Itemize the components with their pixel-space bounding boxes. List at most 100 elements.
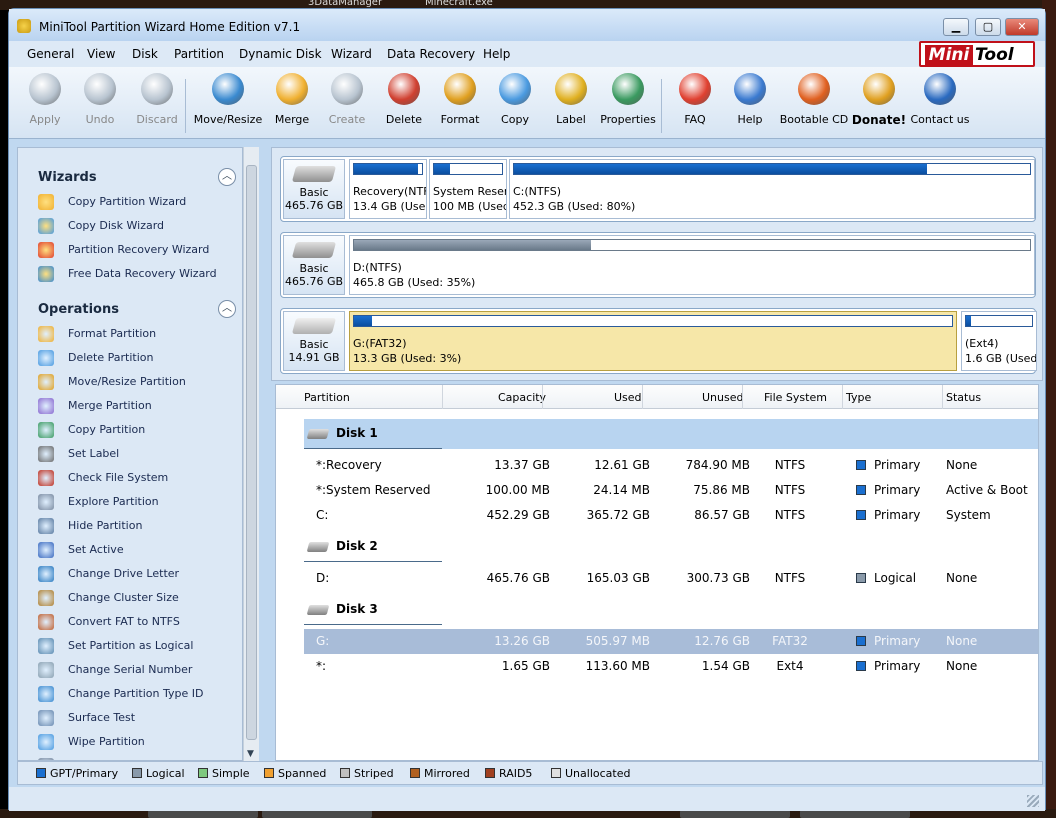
logo-tool: Tool: [975, 45, 1014, 65]
desktop-item[interactable]: Minecraft.exe: [425, 0, 493, 8]
menu-partition[interactable]: Partition: [174, 47, 224, 61]
operation-icon: [38, 542, 54, 558]
desktop-item[interactable]: 3DataManager: [308, 0, 382, 8]
col-status[interactable]: Status: [946, 391, 981, 404]
partition-type-swatch: [856, 661, 866, 671]
taskbar-item[interactable]: [680, 810, 790, 818]
col-capacity[interactable]: Capacity: [498, 391, 546, 404]
operation-icon: [38, 350, 54, 366]
toolbar-copybutton[interactable]: Copy: [485, 73, 545, 137]
cell-file-system: Ext4: [776, 659, 804, 673]
toolbar-deletebutton[interactable]: Delete: [374, 73, 434, 137]
toolbar-discardbutton[interactable]: Discard: [127, 73, 187, 137]
disk-map-row-2[interactable]: Basic 465.76 GB D:(NTFS) 465.8 GB (Used: 35…: [280, 232, 1036, 298]
col-used[interactable]: Used: [614, 391, 642, 404]
minitool-logo: Mini Tool: [919, 41, 1035, 67]
disk-map-partition[interactable]: D:(NTFS) 465.8 GB (Used: 35%): [349, 235, 1035, 295]
taskbar-item[interactable]: [800, 810, 910, 818]
menu-view[interactable]: View: [87, 47, 115, 61]
menu-data-recovery[interactable]: Data Recovery: [387, 47, 475, 61]
menu-disk[interactable]: Disk: [132, 47, 158, 61]
wizards-collapse-button[interactable]: ︿: [218, 168, 236, 186]
operation-label: Copy Partition: [68, 423, 146, 436]
menu-help[interactable]: Help: [483, 47, 510, 61]
legend-mirrored: Mirrored: [410, 767, 470, 780]
cell-file-system: NTFS: [774, 571, 806, 585]
toolbar: Apply Undo Discard Move/Resize Merge Create De…: [9, 67, 1045, 139]
toolbar-faqbutton[interactable]: FAQ: [665, 73, 725, 137]
operation-label: Hide Partition: [68, 519, 143, 532]
cell-partition: G:: [316, 634, 330, 648]
toolbar-label: Delete: [385, 113, 423, 126]
disk-map-partition[interactable]: C:(NTFS) 452.3 GB (Used: 80%): [509, 159, 1035, 219]
toolbar-mergebutton[interactable]: Merge: [262, 73, 322, 137]
dollar-icon: [863, 73, 895, 105]
col-partition[interactable]: Partition: [304, 391, 350, 404]
table-row[interactable]: D: 465.76 GB 165.03 GB 300.73 GB NTFS Logical…: [304, 566, 1038, 591]
col-file-system[interactable]: File System: [764, 391, 827, 404]
table-row[interactable]: *:System Reserved 100.00 MB 24.14 MB 75.86 …: [304, 478, 1038, 503]
disk-map-partition[interactable]: G:(FAT32) 13.3 GB (Used: 3%): [349, 311, 957, 371]
legend-swatch: [485, 768, 495, 778]
taskbar-item[interactable]: [262, 810, 372, 818]
wizard-icon: [38, 218, 54, 234]
menu-dynamic-disk[interactable]: Dynamic Disk: [239, 47, 322, 61]
toolbar-move-resizebutton[interactable]: Move/Resize: [194, 73, 262, 137]
operation-label: Set Label: [68, 447, 120, 460]
partition-type-swatch: [856, 636, 866, 646]
toolbar-contact-usbutton[interactable]: Contact us: [910, 73, 970, 137]
disk-map-partition[interactable]: System Reserv 100 MB (Used:: [429, 159, 507, 219]
resize-grip-icon[interactable]: [1027, 795, 1039, 807]
disk-map-row-1[interactable]: Basic 465.76 GB Recovery(NTF 13.4 GB (Used S…: [280, 156, 1036, 222]
disk-type: Basic: [299, 338, 329, 351]
disk-map-partition[interactable]: (Ext4) 1.6 GB (Used:: [961, 311, 1037, 371]
table-row[interactable]: G: 13.26 GB 505.97 MB 12.76 GB FAT32 Primary N…: [304, 629, 1038, 654]
operations-heading: Operations: [38, 302, 119, 317]
disk-header-row[interactable]: Disk 3: [304, 595, 1038, 625]
table-row[interactable]: *: 1.65 GB 113.60 MB 1.54 GB Ext4 Primary None: [304, 654, 1038, 679]
disk-map-partition[interactable]: Recovery(NTF 13.4 GB (Used: [349, 159, 427, 219]
check-icon: [29, 73, 61, 105]
title-bar[interactable]: MiniTool Partition Wizard Home Edition v…: [9, 9, 1045, 41]
scroll-down-icon[interactable]: ▼: [247, 749, 254, 759]
taskbar-item[interactable]: [148, 810, 258, 818]
col-type[interactable]: Type: [846, 391, 871, 404]
toolbar-bootable-cdbutton[interactable]: Bootable CD: [780, 73, 848, 137]
menu-general[interactable]: General: [27, 47, 74, 61]
cell-unused: 86.57 GB: [694, 508, 750, 522]
toolbar-applybutton[interactable]: Apply: [15, 73, 75, 137]
col-unused[interactable]: Unused: [702, 391, 743, 404]
main-window: MiniTool Partition Wizard Home Edition v…: [8, 8, 1046, 811]
scrollbar-thumb[interactable]: [246, 165, 257, 740]
table-row[interactable]: C: 452.29 GB 365.72 GB 86.57 GB NTFS Primary S…: [304, 503, 1038, 528]
toolbar-labelbutton[interactable]: Label: [541, 73, 601, 137]
operations-collapse-button[interactable]: ︿: [218, 300, 236, 318]
toolbar-propertiesbutton[interactable]: Properties: [598, 73, 658, 137]
create-icon: [331, 73, 363, 105]
partition-type-swatch: [856, 485, 866, 495]
minimize-button[interactable]: ▁: [943, 18, 969, 36]
action-pane-scrollbar[interactable]: ▼: [243, 147, 259, 761]
menu-wizard[interactable]: Wizard: [331, 47, 372, 61]
close-button[interactable]: ✕: [1005, 18, 1039, 36]
wizards-heading: Wizards: [38, 170, 97, 185]
toolbar-createbutton[interactable]: Create: [317, 73, 377, 137]
toolbar-formatbutton[interactable]: Format: [430, 73, 490, 137]
maximize-button[interactable]: ▢: [975, 18, 1001, 36]
usage-bar: [353, 239, 1031, 251]
legend-striped: Striped: [340, 767, 394, 780]
disk-header-row[interactable]: Disk 1: [304, 419, 1038, 449]
toolbar-helpbutton[interactable]: Help: [720, 73, 780, 137]
operation-label: Convert FAT to NTFS: [68, 615, 180, 628]
partition-usage: 465.8 GB (Used: 35%): [353, 276, 476, 289]
cell-type: Primary: [874, 508, 921, 522]
table-row[interactable]: *:Recovery 13.37 GB 12.61 GB 784.90 MB NTFS P…: [304, 453, 1038, 478]
disk-map-row-3[interactable]: Basic 14.91 GB G:(FAT32) 13.3 GB (Used: 3%)…: [280, 308, 1037, 374]
toolbar-donate-button[interactable]: Donate!: [849, 73, 909, 137]
cell-used: 165.03 GB: [586, 571, 650, 585]
disk-header-row[interactable]: Disk 2: [304, 532, 1038, 562]
operation-label: Change Cluster Size: [68, 591, 179, 604]
partition-type-swatch: [856, 573, 866, 583]
toolbar-undobutton[interactable]: Undo: [70, 73, 130, 137]
cell-type: Primary: [874, 659, 921, 673]
